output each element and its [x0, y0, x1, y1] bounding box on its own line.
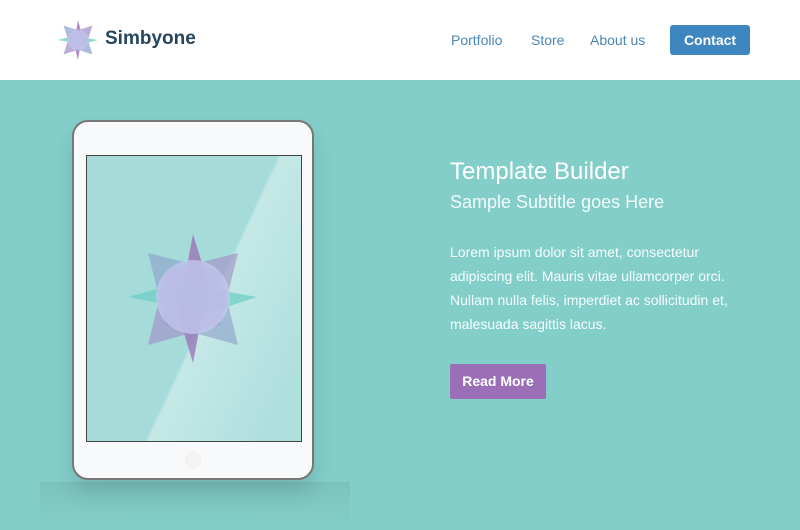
brand-name[interactable]: Simbyone	[105, 28, 196, 50]
star-logo-icon	[128, 234, 257, 363]
read-more-button[interactable]: Read More	[450, 364, 546, 399]
contact-button[interactable]: Contact	[670, 25, 750, 55]
hero-subtitle: Sample Subtitle goes Here	[450, 192, 665, 212]
nav-portfolio[interactable]: Portfolio	[451, 32, 502, 48]
header: Simbyone Portfolio Store About us Contac…	[0, 0, 800, 80]
nav-store[interactable]: Store	[531, 32, 564, 48]
home-button-icon	[185, 452, 201, 468]
hero-title: Template Builder	[450, 158, 629, 185]
logo-icon[interactable]	[58, 20, 98, 60]
hero-body: Lorem ipsum dolor sit amet, consectetur …	[450, 244, 728, 332]
tablet-reflection	[40, 482, 350, 530]
nav-about-us[interactable]: About us	[590, 32, 645, 48]
